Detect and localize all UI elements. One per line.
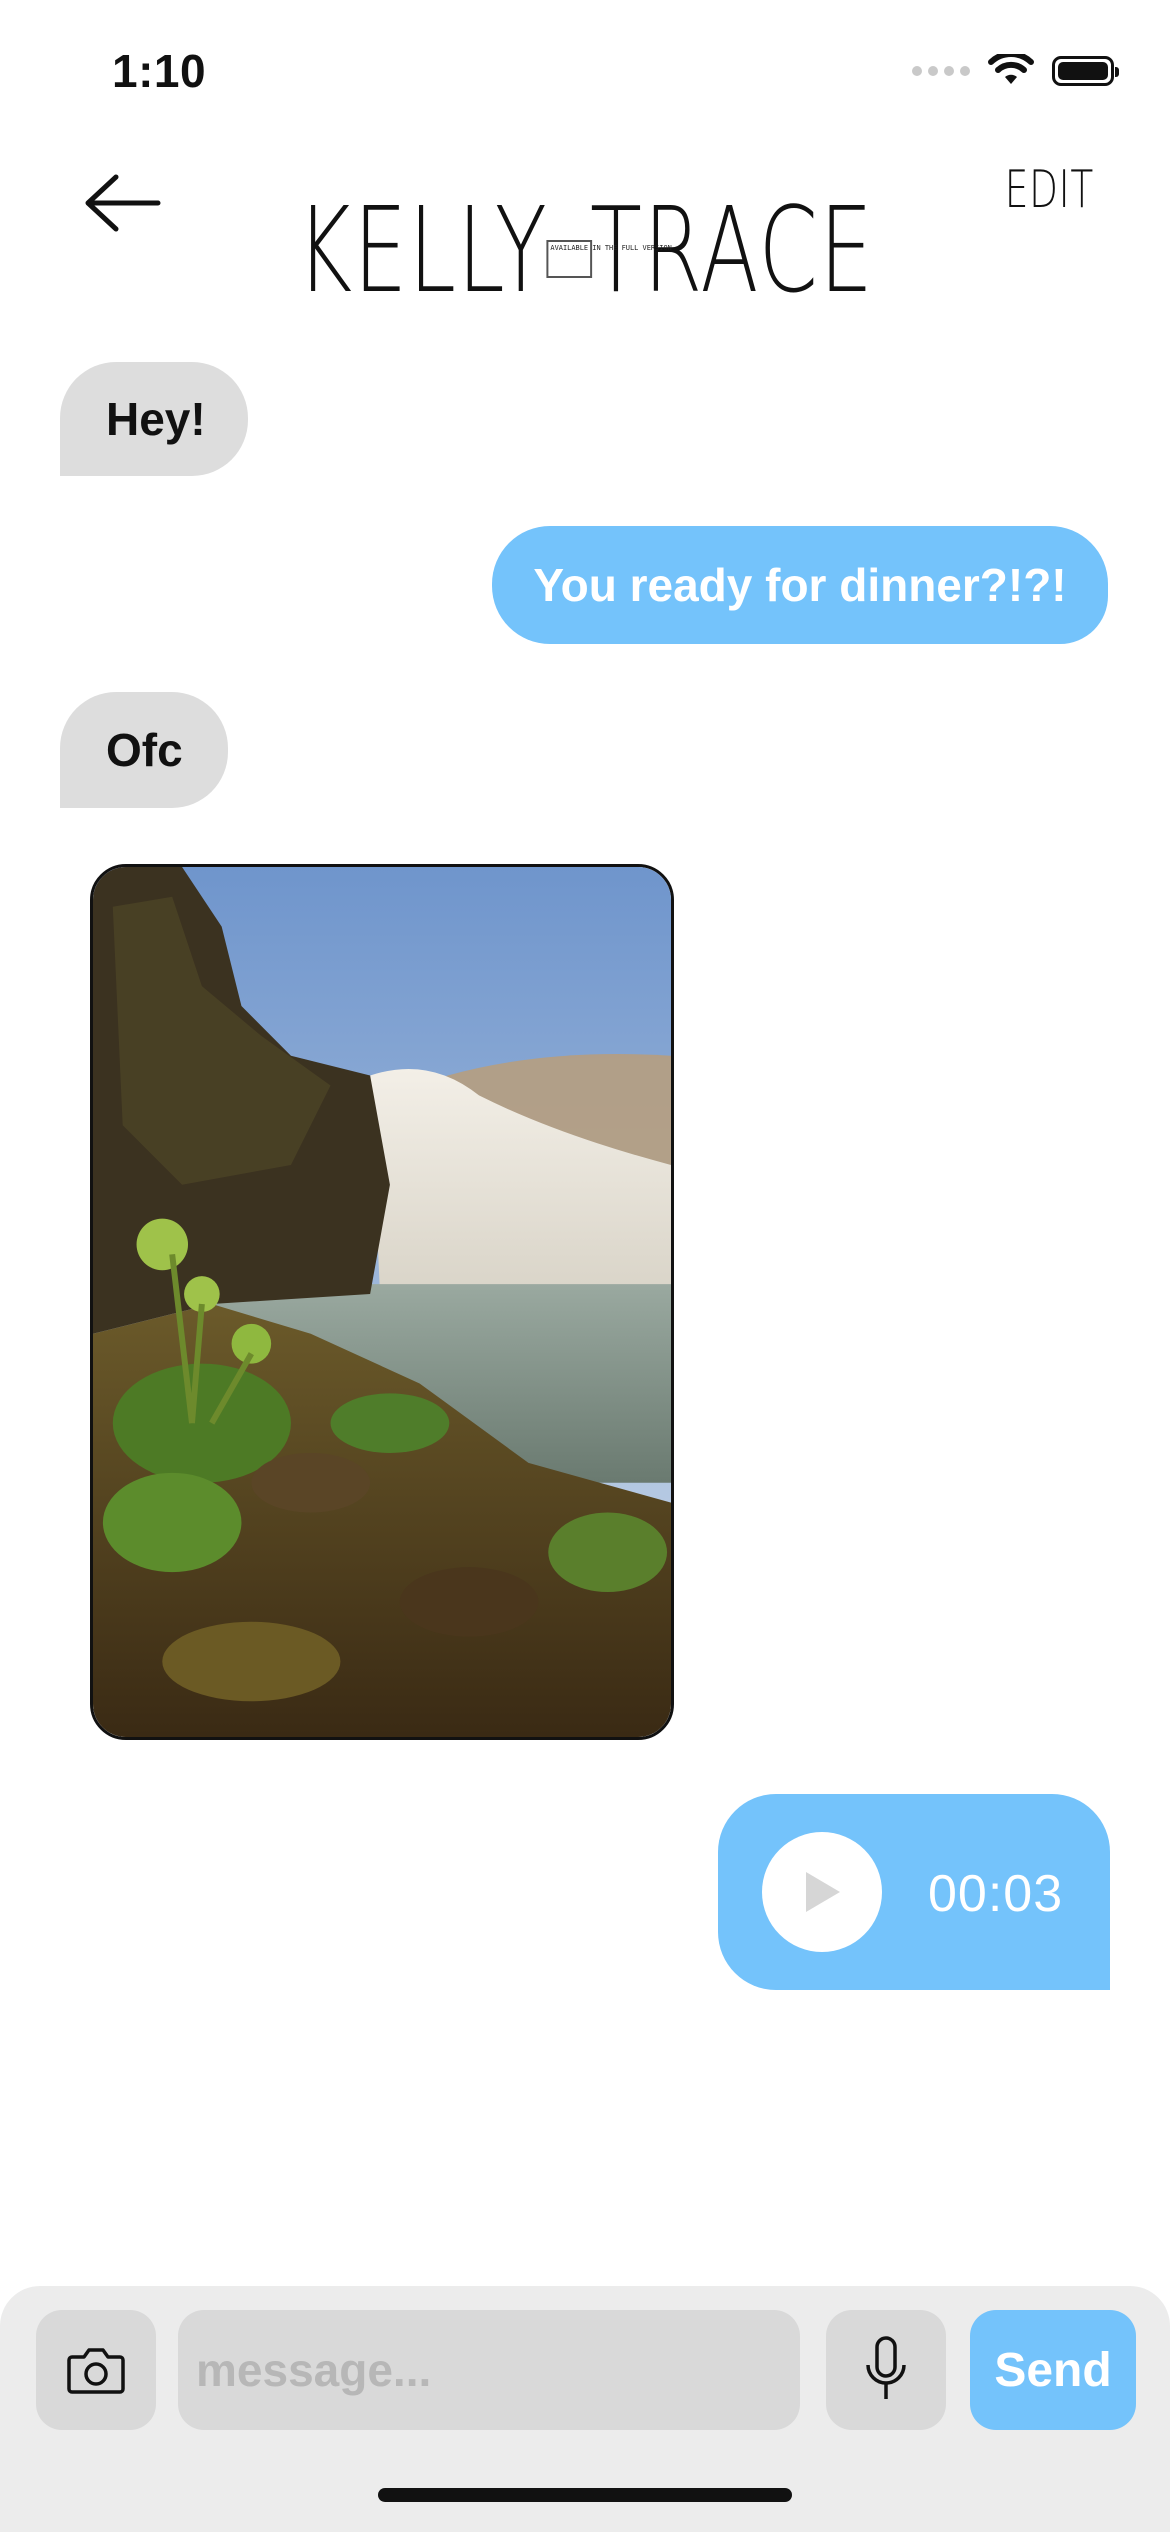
waterfall-photo-image: [93, 867, 671, 1737]
status-time: 1:10: [112, 45, 207, 97]
play-button[interactable]: [762, 1832, 882, 1952]
message-text: Ofc: [106, 724, 183, 776]
waterfall-photo[interactable]: [90, 864, 674, 1740]
battery-icon: [1052, 56, 1119, 86]
message-input[interactable]: [178, 2310, 800, 2430]
home-indicator[interactable]: [378, 2488, 792, 2502]
wifi-icon: [988, 54, 1034, 84]
contact-first-name: KELLY: [296, 181, 548, 319]
contact-title: KELLY AVAILABLE IN THE FULL VERSIONTRACE: [270, 180, 900, 320]
message-text: Hey!: [106, 393, 206, 445]
voice-duration: 00:03: [928, 1865, 1064, 1923]
message-received: Ofc: [60, 692, 228, 808]
microphone-icon: [866, 2336, 906, 2399]
arrow-left-icon: [85, 174, 161, 232]
status-icons: [912, 54, 1119, 88]
back-button[interactable]: [80, 166, 164, 240]
watermark-badge: AVAILABLE IN THE FULL VERSION: [545, 239, 671, 278]
signal-dots-icon: [912, 66, 970, 76]
message-sent: You ready for dinner?!?!: [492, 526, 1108, 644]
play-icon: [806, 1872, 840, 1912]
message-received: Hey!: [60, 362, 248, 476]
camera-icon: [67, 2348, 125, 2394]
send-button[interactable]: Send: [970, 2310, 1136, 2430]
edit-button[interactable]: EDIT: [1005, 160, 1094, 220]
voice-message: 00:03: [718, 1794, 1110, 1990]
message-text: You ready for dinner?!?!: [533, 559, 1067, 611]
microphone-button[interactable]: [826, 2310, 946, 2430]
camera-button[interactable]: [36, 2310, 156, 2430]
